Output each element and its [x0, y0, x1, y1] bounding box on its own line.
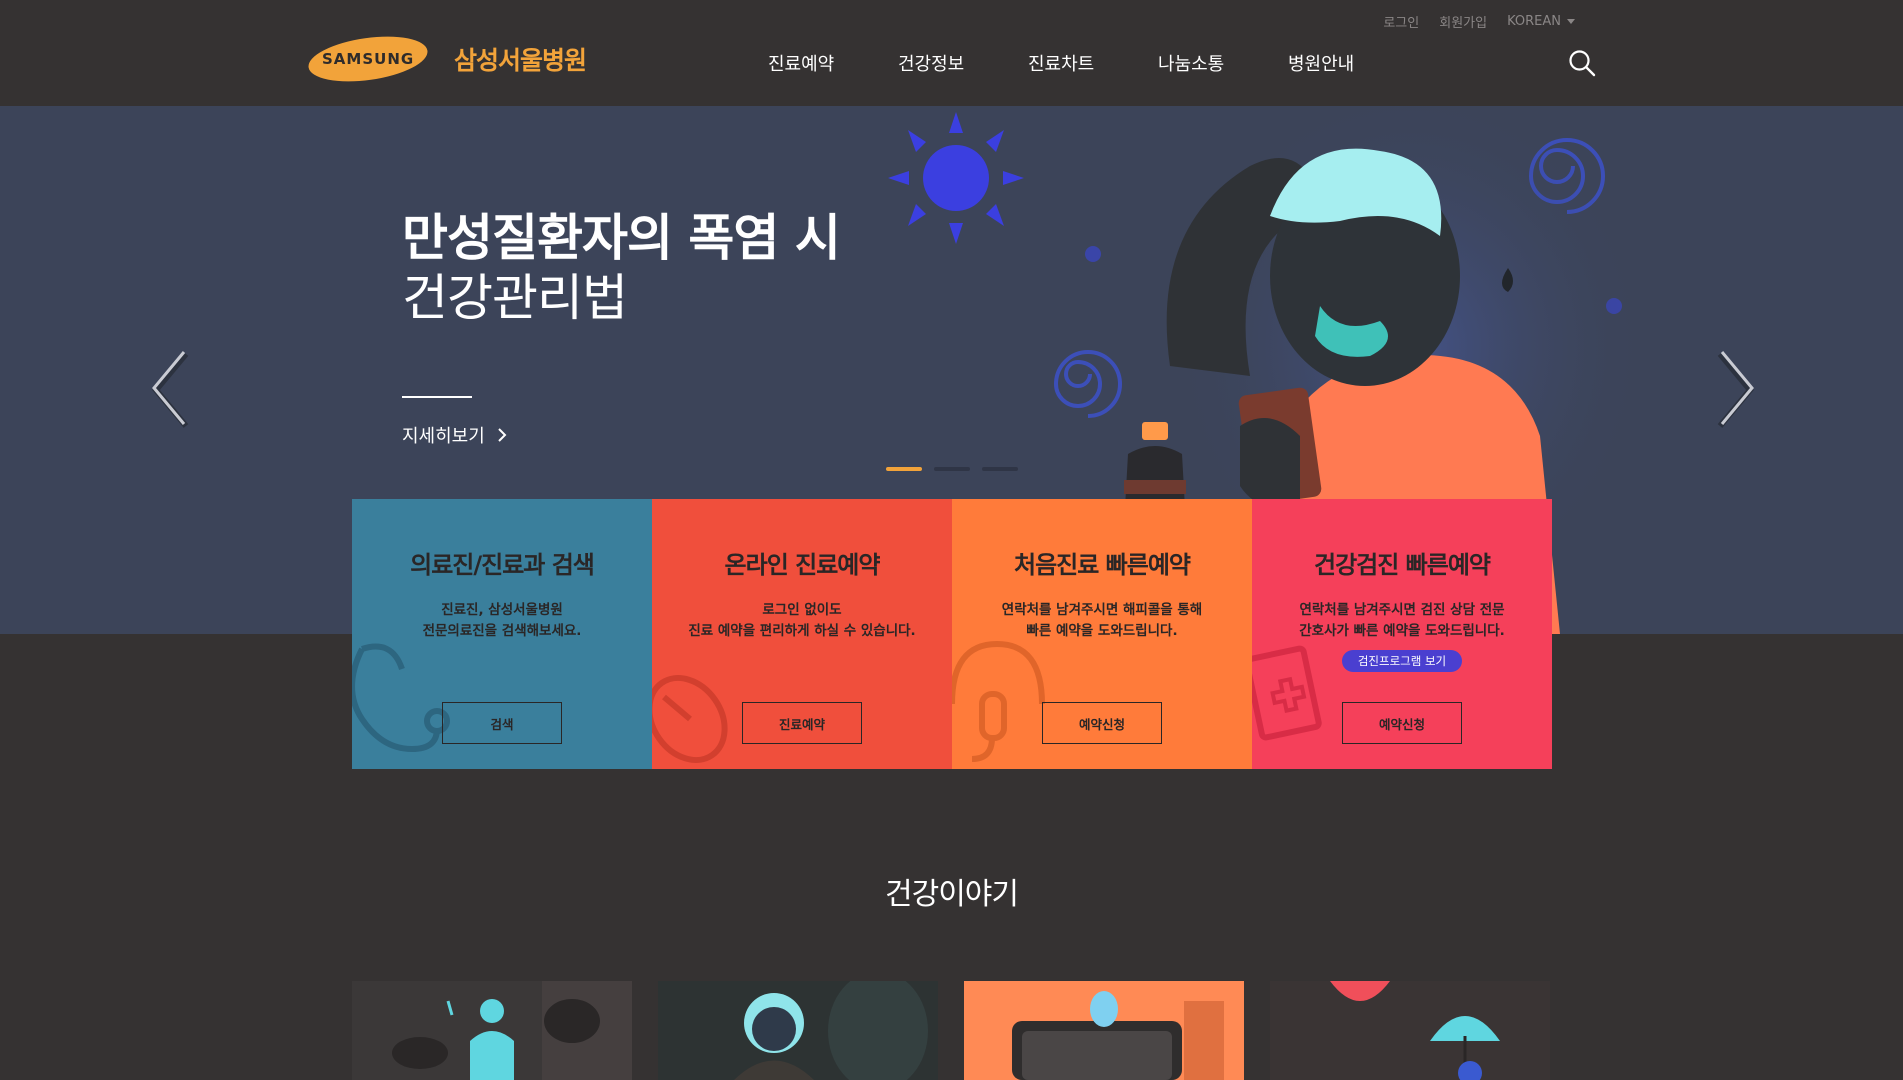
- slide-indicators: [886, 467, 1018, 471]
- headset-icon: [952, 640, 1045, 762]
- online-reservation-button[interactable]: 진료예약: [742, 702, 862, 744]
- card-title: 건강검진 빠른예약: [1314, 551, 1491, 579]
- card-checkup-reservation: 건강검진 빠른예약 연락처를 남겨주시면 검진 상담 전문 간호사가 빠른 예약…: [1252, 499, 1552, 769]
- login-link[interactable]: 로그인: [1383, 12, 1419, 31]
- slide-indicator-3[interactable]: [982, 467, 1018, 471]
- stethoscope-icon: [352, 643, 450, 753]
- chevron-right-icon[interactable]: [1708, 350, 1758, 430]
- page: 로그인 회원가입 KOREAN SAMSUNG 삼성서울병원 진료예약 건강정보…: [0, 0, 1903, 1080]
- chevron-right-icon: [498, 428, 507, 442]
- doctor-search-button[interactable]: 검색: [442, 702, 562, 744]
- mouse-icon: [652, 675, 728, 763]
- caret-down-icon: [1567, 19, 1575, 24]
- first-visit-apply-button[interactable]: 예약신청: [1042, 702, 1162, 744]
- story-thumbnail-1[interactable]: [352, 981, 632, 1080]
- card-first-visit: 처음진료 빠른예약 연락처를 남겨주시면 해피콜을 통해 빠른 예약을 도와드립…: [952, 499, 1252, 769]
- medical-chart-icon: [1252, 645, 1322, 741]
- card-title: 처음진료 빠른예약: [1014, 551, 1191, 579]
- sun-icon: [888, 112, 1024, 244]
- hero-title: 만성질환자의 폭염 시 건강관리법: [402, 208, 841, 328]
- language-label: KOREAN: [1507, 14, 1561, 29]
- nav-item-reservation[interactable]: 진료예약: [768, 50, 898, 76]
- nav-item-community[interactable]: 나눔소통: [1158, 50, 1288, 76]
- story-thumbnail-3[interactable]: [964, 981, 1244, 1080]
- nav-item-health-info[interactable]: 건강정보: [898, 50, 1028, 76]
- card-doctor-search: 의료진/진료과 검색 진료진, 삼성서울병원 전문의료진을 검색해보세요. 검색: [352, 499, 652, 769]
- hero-more-link[interactable]: 지세히보기: [402, 422, 507, 448]
- logo-hospital-name: 삼성서울병원: [454, 46, 587, 75]
- hero-more-label: 지세히보기: [402, 426, 485, 447]
- main-nav: 진료예약 건강정보 진료차트 나눔소통 병원안내: [768, 50, 1418, 76]
- card-desc: 로그인 없이도 진료 예약을 편리하게 하실 수 있습니다.: [688, 602, 916, 639]
- card-title: 온라인 진료예약: [724, 551, 881, 579]
- logo[interactable]: SAMSUNG 삼성서울병원: [305, 29, 587, 89]
- hero-title-line1: 만성질환자의 폭염 시: [402, 209, 841, 267]
- health-story-title: 건강이야기: [885, 877, 1019, 912]
- story-thumbnail-2[interactable]: [658, 981, 938, 1080]
- card-desc: 연락처를 남겨주시면 검진 상담 전문 간호사가 빠른 예약을 도와드립니다.: [1299, 602, 1505, 639]
- slide-indicator-2[interactable]: [934, 467, 970, 471]
- nav-item-hospital-guide[interactable]: 병원안내: [1288, 50, 1418, 76]
- card-desc: 진료진, 삼성서울병원 전문의료진을 검색해보세요.: [422, 602, 582, 639]
- slide-indicator-1[interactable]: [886, 467, 922, 471]
- story-thumbnail-4[interactable]: [1270, 981, 1550, 1080]
- site-header: 로그인 회원가입 KOREAN SAMSUNG 삼성서울병원 진료예약 건강정보…: [0, 0, 1903, 106]
- nav-item-medical-chart[interactable]: 진료차트: [1028, 50, 1158, 76]
- checkup-apply-button[interactable]: 예약신청: [1342, 702, 1462, 744]
- logo-brand: SAMSUNG: [321, 50, 415, 69]
- chevron-left-icon[interactable]: [148, 350, 198, 430]
- search-icon[interactable]: [1568, 49, 1596, 77]
- language-select[interactable]: KOREAN: [1507, 12, 1575, 31]
- card-title: 의료진/진료과 검색: [410, 551, 595, 579]
- card-online-reservation: 온라인 진료예약 로그인 없이도 진료 예약을 편리하게 하실 수 있습니다. …: [652, 499, 952, 769]
- utility-menu: 로그인 회원가입 KOREAN: [1383, 12, 1575, 31]
- hero-divider: [402, 396, 472, 398]
- hero-title-line2: 건강관리법: [402, 269, 628, 327]
- checkup-program-link[interactable]: 검진프로그램 보기: [1342, 650, 1462, 672]
- join-link[interactable]: 회원가입: [1439, 12, 1487, 31]
- quick-service-cards: 의료진/진료과 검색 진료진, 삼성서울병원 전문의료진을 검색해보세요. 검색…: [352, 499, 1552, 769]
- samsung-logo-mark: SAMSUNG: [305, 29, 431, 89]
